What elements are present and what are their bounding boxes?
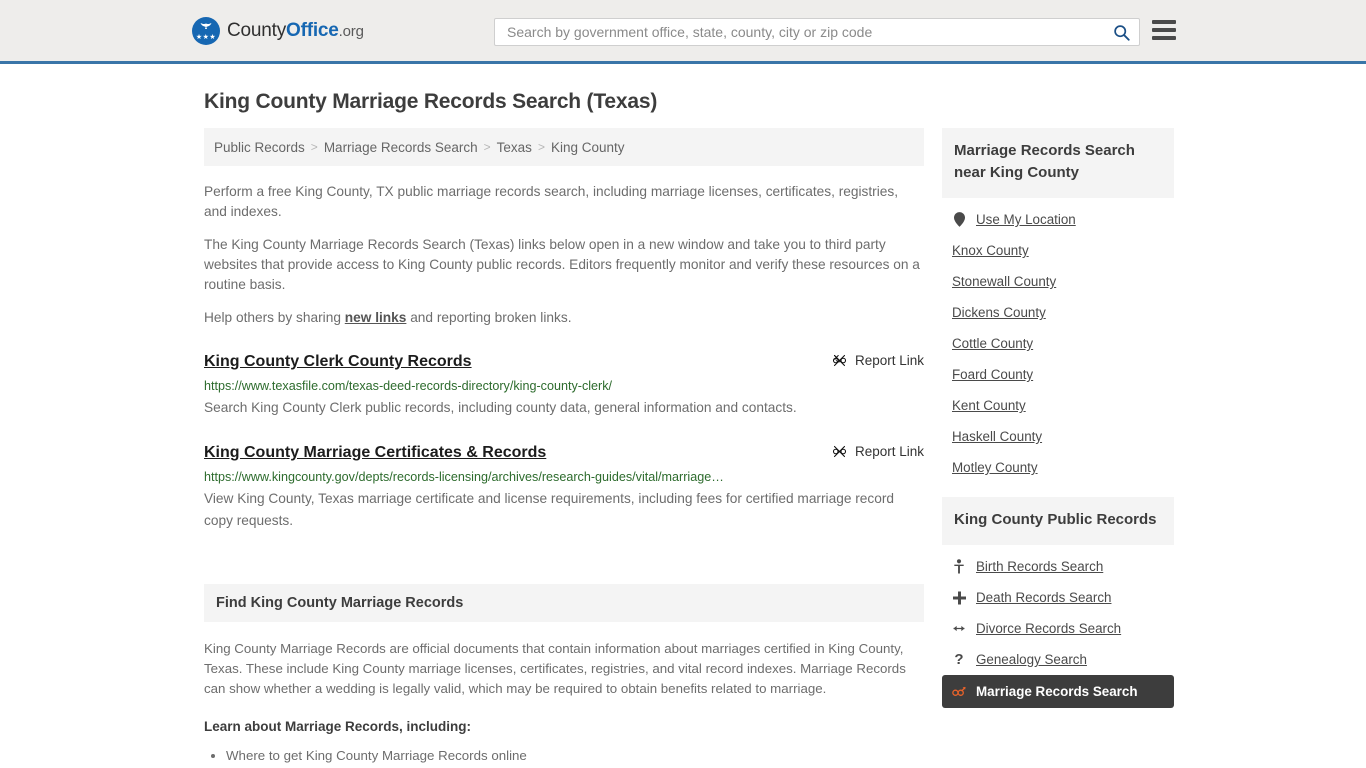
result-description: Search King County Clerk public records,… [204, 400, 797, 415]
sidebar-link-label[interactable]: Marriage Records Search [976, 684, 1138, 699]
sidebar-item-stonewall-county[interactable]: Stonewall County [942, 266, 1174, 297]
hamburger-bar [1152, 28, 1176, 32]
search-icon [1113, 24, 1130, 41]
sidebar-widget-public-records: King County Public Records Birth Records… [942, 497, 1174, 708]
logo-wordmark: CountyOffice.org [227, 20, 364, 42]
sidebar-link-label[interactable]: Kent County [952, 398, 1026, 413]
sidebar-link-label[interactable]: Use My Location [976, 212, 1076, 227]
report-link-label: Report Link [854, 353, 924, 368]
intro-paragraph-3: Help others by sharing new links and rep… [204, 308, 924, 328]
sidebar-widget-nearby-counties: Marriage Records Search near King County… [942, 128, 1174, 483]
sidebar-item-divorce-records-search[interactable]: Divorce Records Search [942, 613, 1174, 644]
logo-stars: ★★★ [195, 33, 217, 41]
breadcrumb-item-public-records[interactable]: Public Records [214, 140, 305, 155]
sidebar-item-use-my-location[interactable]: Use My Location [942, 204, 1174, 235]
sidebar-link-label[interactable]: Divorce Records Search [976, 621, 1121, 636]
content-row: Public Records > Marriage Records Search… [204, 128, 1174, 768]
sidebar-item-foard-county[interactable]: Foard County [942, 359, 1174, 390]
sidebar-link-label[interactable]: Stonewall County [952, 274, 1056, 289]
widget-heading: King County Public Records [942, 497, 1174, 545]
sidebar-item-dickens-county[interactable]: Dickens County [942, 297, 1174, 328]
sidebar-link-label[interactable]: Birth Records Search [976, 559, 1103, 574]
sidebar-link-label[interactable]: Genealogy Search [976, 652, 1087, 667]
main-column: Public Records > Marriage Records Search… [204, 128, 924, 768]
logo-text-suffix: .org [338, 22, 364, 40]
search-input[interactable] [505, 19, 1111, 45]
page-container: King County Marriage Records Search (Tex… [0, 90, 1366, 768]
section-heading: Find King County Marriage Records [204, 584, 924, 622]
site-header: ★★★ CountyOffice.org [0, 0, 1366, 64]
intro-text: Perform a free King County, TX public ma… [204, 182, 924, 328]
breadcrumb-item-marriage-records-search[interactable]: Marriage Records Search [324, 140, 478, 155]
logo-text-part2: Office [286, 19, 339, 41]
result-url[interactable]: https://www.texasfile.com/texas-deed-rec… [204, 378, 924, 394]
report-link-button[interactable]: Report Link [832, 444, 924, 459]
breadcrumb-separator: > [483, 140, 491, 154]
result-item: King County Marriage Certificates & Reco… [204, 443, 924, 532]
breadcrumb-separator: > [537, 140, 545, 154]
breadcrumb: Public Records > Marriage Records Search… [204, 128, 924, 166]
hamburger-bar [1152, 20, 1176, 24]
sidebar-item-birth-records-search[interactable]: Birth Records Search [942, 551, 1174, 582]
result-header: King County Clerk County Records Report … [204, 352, 924, 372]
result-title-link[interactable]: King County Marriage Certificates & Reco… [204, 443, 546, 463]
sidebar-item-genealogy-search[interactable]: ? Genealogy Search [942, 644, 1174, 675]
intro-p3-before: Help others by sharing [204, 310, 345, 325]
report-link-label: Report Link [854, 444, 924, 459]
sidebar-item-kent-county[interactable]: Kent County [942, 390, 1174, 421]
search-bar[interactable] [494, 18, 1140, 46]
cross-icon [952, 591, 966, 605]
sidebar-item-knox-county[interactable]: Knox County [942, 235, 1174, 266]
widget-list: Use My Location Knox County Stonewall Co… [942, 198, 1174, 483]
sidebar-link-label[interactable]: Knox County [952, 243, 1029, 258]
sidebar-link-label[interactable]: Death Records Search [976, 590, 1111, 605]
intro-paragraph-1: Perform a free King County, TX public ma… [204, 184, 899, 219]
sidebar-item-death-records-search[interactable]: Death Records Search [942, 582, 1174, 613]
breadcrumb-separator: > [310, 140, 318, 154]
sidebar-item-cottle-county[interactable]: Cottle County [942, 328, 1174, 359]
intro-paragraph-2: The King County Marriage Records Search … [204, 237, 920, 292]
sidebar-link-label[interactable]: Foard County [952, 367, 1033, 382]
breadcrumb-item-king-county[interactable]: King County [551, 140, 625, 155]
section-bullet-list: Where to get King County Marriage Record… [204, 746, 924, 768]
double-arrow-icon [952, 623, 966, 634]
broken-link-icon [832, 354, 846, 367]
section-body: King County Marriage Records are officia… [204, 639, 924, 768]
section-subheading: Learn about Marriage Records, including: [204, 719, 472, 734]
sidebar-item-marriage-records-search[interactable]: Marriage Records Search [942, 675, 1174, 708]
result-description: View King County, Texas marriage certifi… [204, 491, 895, 528]
list-item: Where to get King County Marriage Record… [226, 746, 924, 766]
result-url[interactable]: https://www.kingcounty.gov/depts/records… [204, 469, 924, 485]
result-item: King County Clerk County Records Report … [204, 352, 924, 419]
breadcrumb-item-texas[interactable]: Texas [497, 140, 532, 155]
hamburger-menu-icon[interactable] [1152, 20, 1176, 40]
new-links-link[interactable]: new links [345, 310, 407, 325]
section-paragraph: King County Marriage Records are officia… [204, 641, 906, 696]
sidebar-item-motley-county[interactable]: Motley County [942, 452, 1174, 483]
report-link-button[interactable]: Report Link [832, 353, 924, 368]
result-title-link[interactable]: King County Clerk County Records [204, 352, 472, 372]
widget-list: Birth Records Search Death Records Searc… [942, 545, 1174, 708]
logo-text-part1: County [227, 19, 287, 41]
hamburger-bar [1152, 36, 1176, 40]
sidebar-link-label[interactable]: Haskell County [952, 429, 1042, 444]
eagle-icon [200, 22, 212, 29]
intro-p3-after: and reporting broken links. [406, 310, 572, 325]
result-header: King County Marriage Certificates & Reco… [204, 443, 924, 463]
search-button[interactable] [1111, 22, 1131, 42]
sidebar-link-label[interactable]: Cottle County [952, 336, 1033, 351]
page-title: King County Marriage Records Search (Tex… [204, 90, 658, 113]
widget-heading: Marriage Records Search near King County [942, 128, 1174, 198]
sidebar-item-haskell-county[interactable]: Haskell County [942, 421, 1174, 452]
sidebar: Marriage Records Search near King County… [942, 128, 1174, 768]
venus-mars-icon [952, 685, 966, 698]
site-logo[interactable]: ★★★ CountyOffice.org [192, 16, 364, 45]
county-office-logo-icon: ★★★ [192, 16, 220, 45]
map-pin-icon [952, 212, 966, 227]
baby-icon [952, 559, 966, 574]
broken-link-icon [832, 445, 846, 458]
question-mark-icon: ? [954, 651, 964, 668]
sidebar-link-label[interactable]: Motley County [952, 460, 1038, 475]
sidebar-link-label[interactable]: Dickens County [952, 305, 1046, 320]
